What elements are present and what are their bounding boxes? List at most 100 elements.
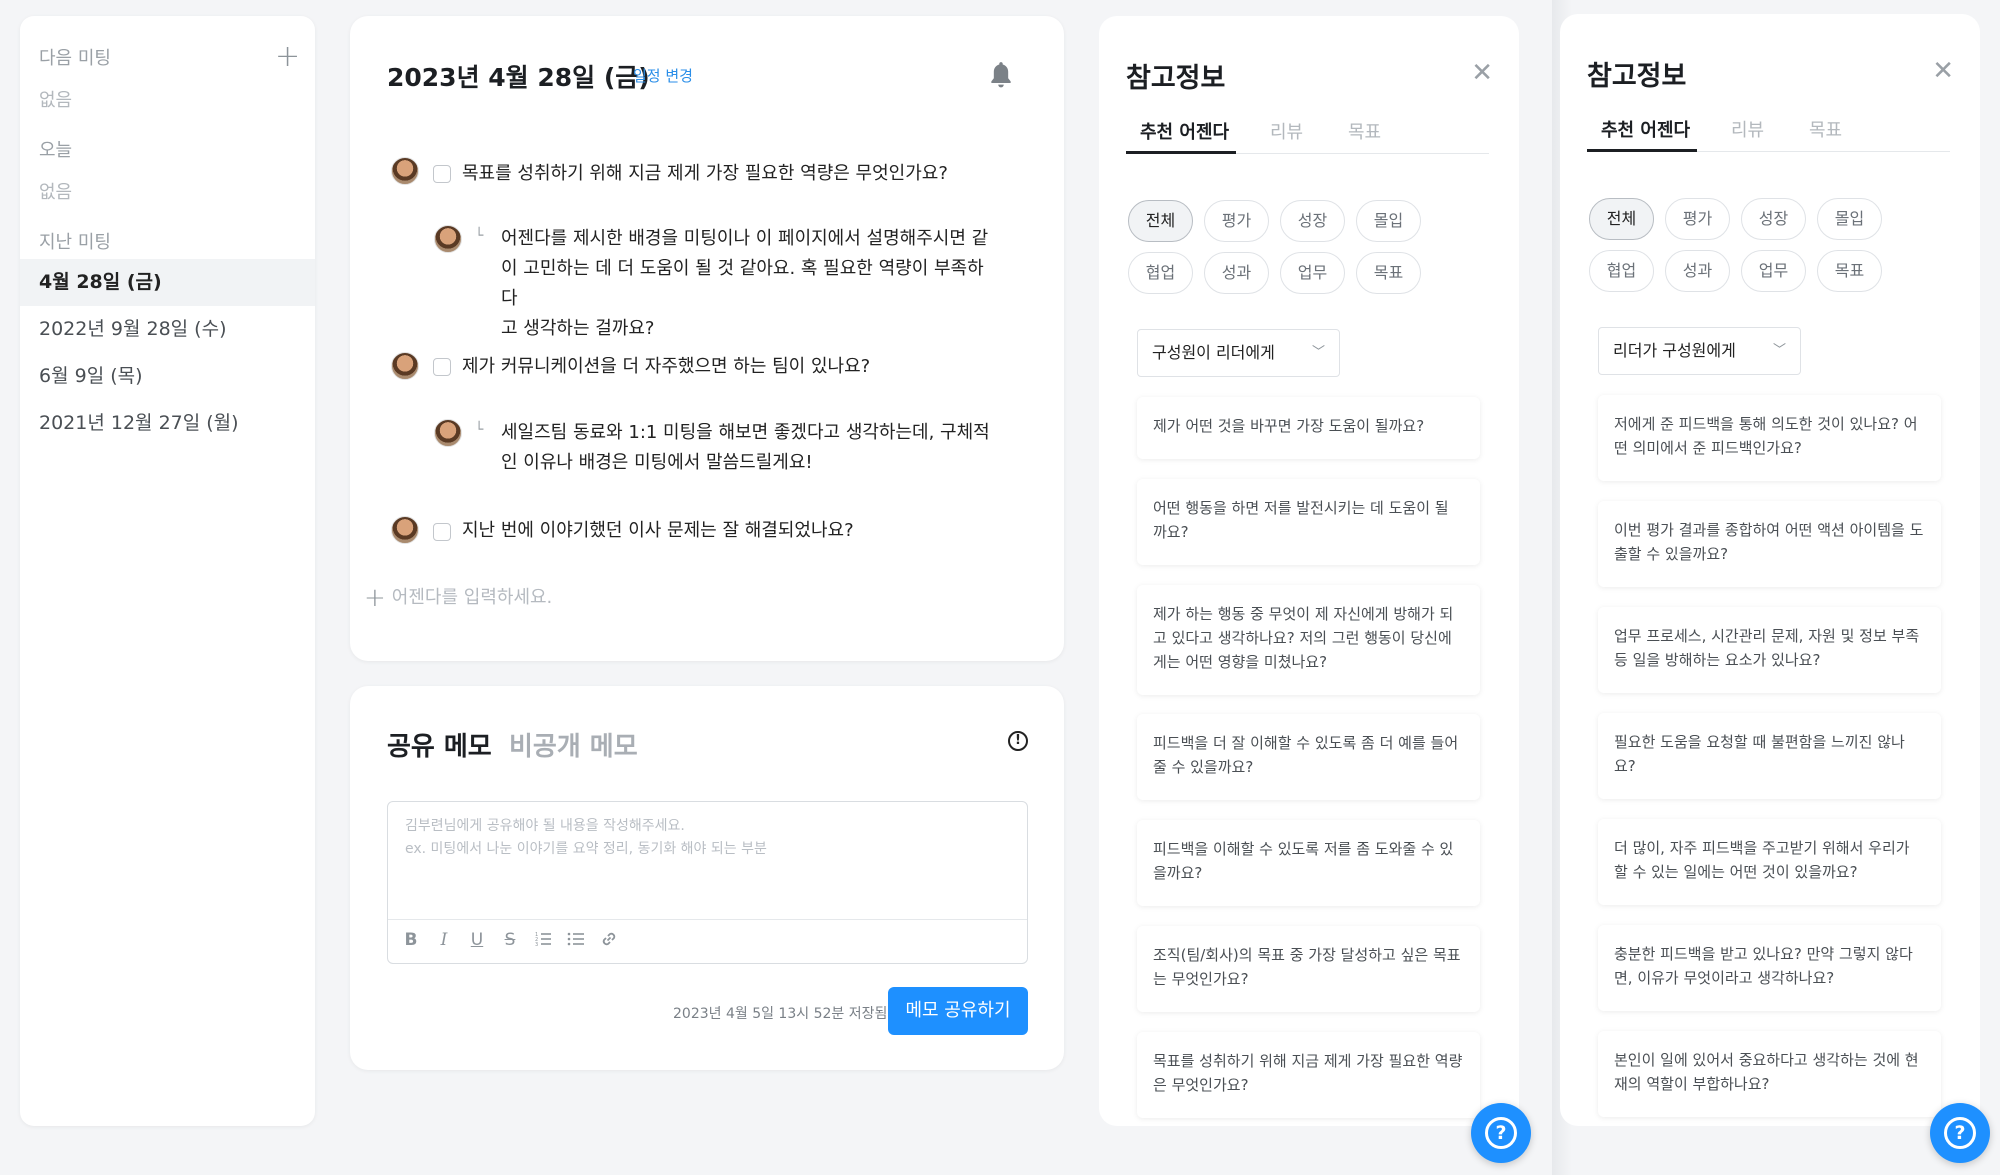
tab-review[interactable]: 리뷰 <box>1270 118 1303 144</box>
close-icon[interactable]: ✕ <box>1471 58 1493 88</box>
agenda-suggestion-card[interactable]: 어떤 행동을 하면 저를 발전시키는 데 도움이 될 까요? <box>1137 479 1480 565</box>
past-meeting-item[interactable]: 4월 28일 (금) <box>20 259 315 306</box>
chip-goal[interactable]: 목표 <box>1817 250 1882 292</box>
avatar <box>434 225 462 253</box>
bell-icon[interactable] <box>988 60 1014 90</box>
help-button[interactable]: ? <box>1930 1103 1990 1163</box>
agenda-suggestion-card[interactable]: 목표를 성취하기 위해 지금 제게 가장 필요한 역량은 무엇인가요? <box>1137 1032 1480 1118</box>
avatar <box>391 516 419 544</box>
saved-status: 2023년 4월 5일 13시 52분 저장됨 <box>673 1006 888 1022</box>
tab-recommended-agenda[interactable]: 추천 어젠다 <box>1140 118 1229 144</box>
avatar <box>391 352 419 380</box>
chip-evaluation[interactable]: 평가 <box>1204 200 1269 242</box>
agenda-checkbox[interactable] <box>433 523 451 541</box>
help-icon: ? <box>1485 1117 1517 1149</box>
chip-growth[interactable]: 성장 <box>1741 198 1806 240</box>
chevron-down-icon: ﹀ <box>1311 345 1325 360</box>
help-button[interactable]: ? <box>1471 1103 1531 1163</box>
avatar <box>434 419 462 447</box>
strikethrough-icon[interactable]: S <box>499 930 521 950</box>
italic-icon[interactable]: I <box>433 930 455 950</box>
svg-text:3: 3 <box>535 942 538 948</box>
tab-goal[interactable]: 목표 <box>1809 116 1842 142</box>
chevron-down-icon: ﹀ <box>1772 343 1786 358</box>
tab-shared-memo[interactable]: 공유 메모 <box>387 726 492 763</box>
agenda-suggestion-card[interactable]: 본인이 일에 있어서 중요하다고 생각하는 것에 현재의 역할이 부합하나요? <box>1598 1031 1941 1117</box>
chip-performance[interactable]: 성과 <box>1665 250 1730 292</box>
agenda-reply: 세일즈팀 동료와 1:1 미팅을 해보면 좋겠다고 생각하는데, 구체적 인 이… <box>501 422 990 473</box>
direction-dropdown[interactable]: 구성원이 리더에게 ﹀ <box>1137 329 1340 377</box>
today-empty: 없음 <box>39 182 73 203</box>
agenda-suggestion-card[interactable]: 이번 평가 결과를 종합하여 어떤 액션 아이템을 도출할 수 있을까요? <box>1598 501 1941 587</box>
close-icon[interactable]: ✕ <box>1932 56 1954 86</box>
add-agenda-input[interactable]: + 어젠다를 입력하세요. <box>364 583 552 613</box>
panel-title: 참고정보 <box>1587 61 1687 92</box>
agenda-question: 목표를 성취하기 위해 지금 제게 가장 필요한 역량은 무엇인가요? <box>462 163 948 184</box>
agenda-suggestion-card[interactable]: 더 많이, 자주 피드백을 주고받기 위해서 우리가 할 수 있는 일에는 어떤… <box>1598 819 1941 905</box>
tab-goal[interactable]: 목표 <box>1348 118 1381 144</box>
chip-all[interactable]: 전체 <box>1128 200 1193 242</box>
chip-engagement[interactable]: 몰입 <box>1817 198 1882 240</box>
past-meeting-item[interactable]: 2022년 9월 28일 (수) <box>20 306 315 353</box>
tab-private-memo[interactable]: 비공개 메모 <box>509 726 638 763</box>
past-meeting-item[interactable]: 6월 9일 (목) <box>20 353 315 400</box>
past-meeting-label: 지난 미팅 <box>39 232 111 253</box>
agenda-suggestion-card[interactable]: 제가 하는 행동 중 무엇이 제 자신에게 방해가 되고 있다고 생각하나요? … <box>1137 585 1480 695</box>
chip-collaboration[interactable]: 협업 <box>1589 250 1654 292</box>
agenda-reply: 어젠다를 제시한 배경을 미팅이나 이 페이지에서 설명해주시면 같 이 고민하… <box>501 228 989 339</box>
memo-placeholder: 김부련님에게 공유해야 될 내용을 작성해주세요. ex. 미팅에서 나눈 이야… <box>405 818 767 857</box>
chip-work[interactable]: 업무 <box>1280 252 1345 294</box>
agenda-question: 제가 커뮤니케이션을 더 자주했으면 하는 팀이 있나요? <box>462 356 871 377</box>
agenda-suggestion-card[interactable]: 업무 프로세스, 시간관리 문제, 자원 및 정보 부족 등 일을 방해하는 요… <box>1598 607 1941 693</box>
agenda-suggestion-card[interactable]: 피드백을 이해할 수 있도록 저를 좀 도와줄 수 있을까요? <box>1137 820 1480 906</box>
agenda-suggestion-card[interactable]: 충분한 피드백을 받고 있나요? 만약 그렇지 않다면, 이유가 무엇이라고 생… <box>1598 925 1941 1011</box>
help-icon: ? <box>1944 1117 1976 1149</box>
agenda-checkbox[interactable] <box>433 165 451 183</box>
agenda-suggestion-card[interactable]: 조직(팀/회사)의 목표 중 가장 달성하고 싶은 목표는 무엇인가요? <box>1137 926 1480 1012</box>
bullet-list-icon[interactable] <box>565 930 587 953</box>
editor-toolbar: B I U S 123 <box>388 919 1027 963</box>
chip-engagement[interactable]: 몰입 <box>1356 200 1421 242</box>
agenda-suggestion-card[interactable]: 피드백을 더 잘 이해할 수 있도록 좀 더 예를 들어 줄 수 있을까요? <box>1137 714 1480 800</box>
active-tab-indicator <box>1587 149 1697 152</box>
direction-dropdown[interactable]: 리더가 구성원에게 ﹀ <box>1598 327 1801 375</box>
next-meeting-empty: 없음 <box>39 90 73 111</box>
panel-title: 참고정보 <box>1126 63 1226 94</box>
ordered-list-icon[interactable]: 123 <box>532 930 554 953</box>
past-meeting-item[interactable]: 2021년 12월 27일 (월) <box>20 400 315 447</box>
plus-icon: + <box>364 583 386 613</box>
agenda-checkbox[interactable] <box>433 358 451 376</box>
reply-mark: └ <box>475 422 484 438</box>
link-icon[interactable] <box>598 930 620 953</box>
plus-icon[interactable]: + <box>275 42 300 72</box>
share-memo-button[interactable]: 메모 공유하기 <box>888 987 1028 1035</box>
tab-recommended-agenda[interactable]: 추천 어젠다 <box>1601 116 1690 142</box>
reference-panel: 참고정보 ✕ 추천 어젠다 리뷰 목표 전체 평가 성장 몰입 협업 성과 업무… <box>1099 16 1519 1126</box>
agenda-suggestion-card[interactable]: 저에게 준 피드백을 통해 의도한 것이 있나요? 어떤 의미에서 준 피드백인… <box>1598 395 1941 481</box>
underline-icon[interactable]: U <box>466 930 488 950</box>
chip-collaboration[interactable]: 협업 <box>1128 252 1193 294</box>
meeting-sidebar: 다음 미팅 + 없음 오늘 없음 지난 미팅 4월 28일 (금) 2022년 … <box>20 16 315 1126</box>
agenda-suggestion-card[interactable]: 필요한 도움을 요청할 때 불편함을 느끼진 않나요? <box>1598 713 1941 799</box>
tab-review[interactable]: 리뷰 <box>1731 116 1764 142</box>
chip-growth[interactable]: 성장 <box>1280 200 1345 242</box>
bold-icon[interactable]: B <box>400 930 422 950</box>
memo-card: 공유 메모 비공개 메모 ! 김부련님에게 공유해야 될 내용을 작성해주세요.… <box>350 686 1064 1070</box>
memo-editor[interactable]: 김부련님에게 공유해야 될 내용을 작성해주세요. ex. 미팅에서 나눈 이야… <box>387 801 1028 964</box>
active-tab-indicator <box>1126 151 1236 154</box>
today-label: 오늘 <box>39 140 73 161</box>
chip-goal[interactable]: 목표 <box>1356 252 1421 294</box>
chip-performance[interactable]: 성과 <box>1204 252 1269 294</box>
agenda-question: 지난 번에 이야기했던 이사 문제는 잘 해결되었나요? <box>462 520 854 541</box>
info-icon[interactable]: ! <box>1008 731 1028 751</box>
chip-work[interactable]: 업무 <box>1741 250 1806 292</box>
reference-panel: 참고정보 ✕ 추천 어젠다 리뷰 목표 전체 평가 성장 몰입 협업 성과 업무… <box>1560 14 1980 1126</box>
agenda-card: 2023년 4월 28일 (금) 일정 변경 목표를 성취하기 위해 지금 제게… <box>350 16 1064 661</box>
chip-all[interactable]: 전체 <box>1589 198 1654 240</box>
next-meeting-label: 다음 미팅 <box>39 48 111 69</box>
schedule-change-link[interactable]: 일정 변경 <box>633 65 693 86</box>
agenda-suggestion-card[interactable]: 제가 어떤 것을 바꾸면 가장 도움이 될까요? <box>1137 397 1480 459</box>
avatar <box>391 157 419 185</box>
reply-mark: └ <box>475 228 484 244</box>
chip-evaluation[interactable]: 평가 <box>1665 198 1730 240</box>
